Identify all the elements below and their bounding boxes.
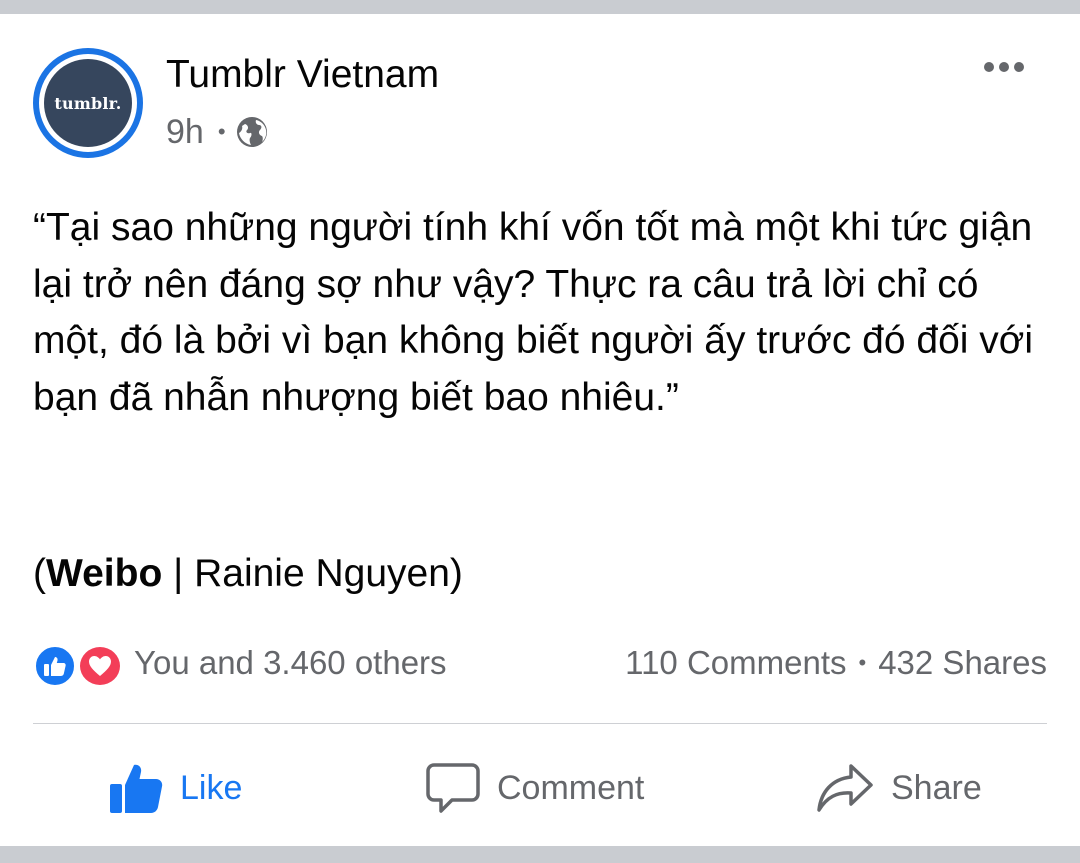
more-dot-icon — [999, 62, 1009, 72]
source-rest: | Rainie Nguyen) — [162, 552, 463, 595]
share-label: Share — [891, 768, 982, 807]
source-bold: Weibo — [46, 552, 163, 595]
comment-icon — [426, 763, 480, 813]
love-icon — [77, 644, 123, 688]
reaction-count[interactable]: You and 3.460 others — [134, 644, 447, 682]
more-dot-icon — [984, 62, 994, 72]
feed-separator-bottom — [0, 846, 1080, 863]
post-timestamp[interactable]: 9h — [166, 113, 204, 152]
post-actions: Like Comment Share — [0, 750, 1080, 826]
comment-button[interactable]: Comment — [425, 750, 644, 826]
engagement-stats: 110 Comments • 432 Shares — [625, 644, 1047, 682]
avatar-logo-text: tumblr. — [54, 93, 122, 113]
share-icon — [817, 764, 873, 812]
globe-icon — [236, 117, 267, 147]
post-meta: 9h • — [166, 112, 268, 152]
source-open-paren: ( — [33, 552, 46, 595]
more-options-button[interactable] — [984, 62, 1024, 72]
meta-separator: • — [217, 119, 226, 144]
divider — [33, 723, 1047, 724]
comments-count[interactable]: 110 Comments — [625, 644, 846, 682]
share-button[interactable]: Share — [815, 750, 982, 826]
thumbs-up-icon — [110, 764, 163, 813]
more-dot-icon — [1014, 62, 1024, 72]
like-button[interactable]: Like — [108, 750, 242, 826]
reaction-icons[interactable] — [33, 642, 123, 688]
stats-separator: • — [858, 650, 867, 675]
post-source: (Weibo | Rainie Nguyen) — [33, 546, 463, 602]
like-label: Like — [180, 768, 243, 807]
page-name-link[interactable]: Tumblr Vietnam — [166, 52, 439, 98]
feed-separator-top — [0, 0, 1080, 14]
post-body-text: “Tại sao những người tính khí vốn tốt mà… — [33, 206, 1034, 419]
like-icon — [33, 644, 77, 688]
tumblr-logo: tumblr. — [44, 59, 132, 147]
comment-label: Comment — [497, 768, 645, 807]
shares-count[interactable]: 432 Shares — [878, 644, 1047, 682]
reactions-bar: You and 3.460 others 110 Comments • 432 … — [33, 640, 1047, 688]
page-avatar[interactable]: tumblr. — [33, 48, 143, 158]
